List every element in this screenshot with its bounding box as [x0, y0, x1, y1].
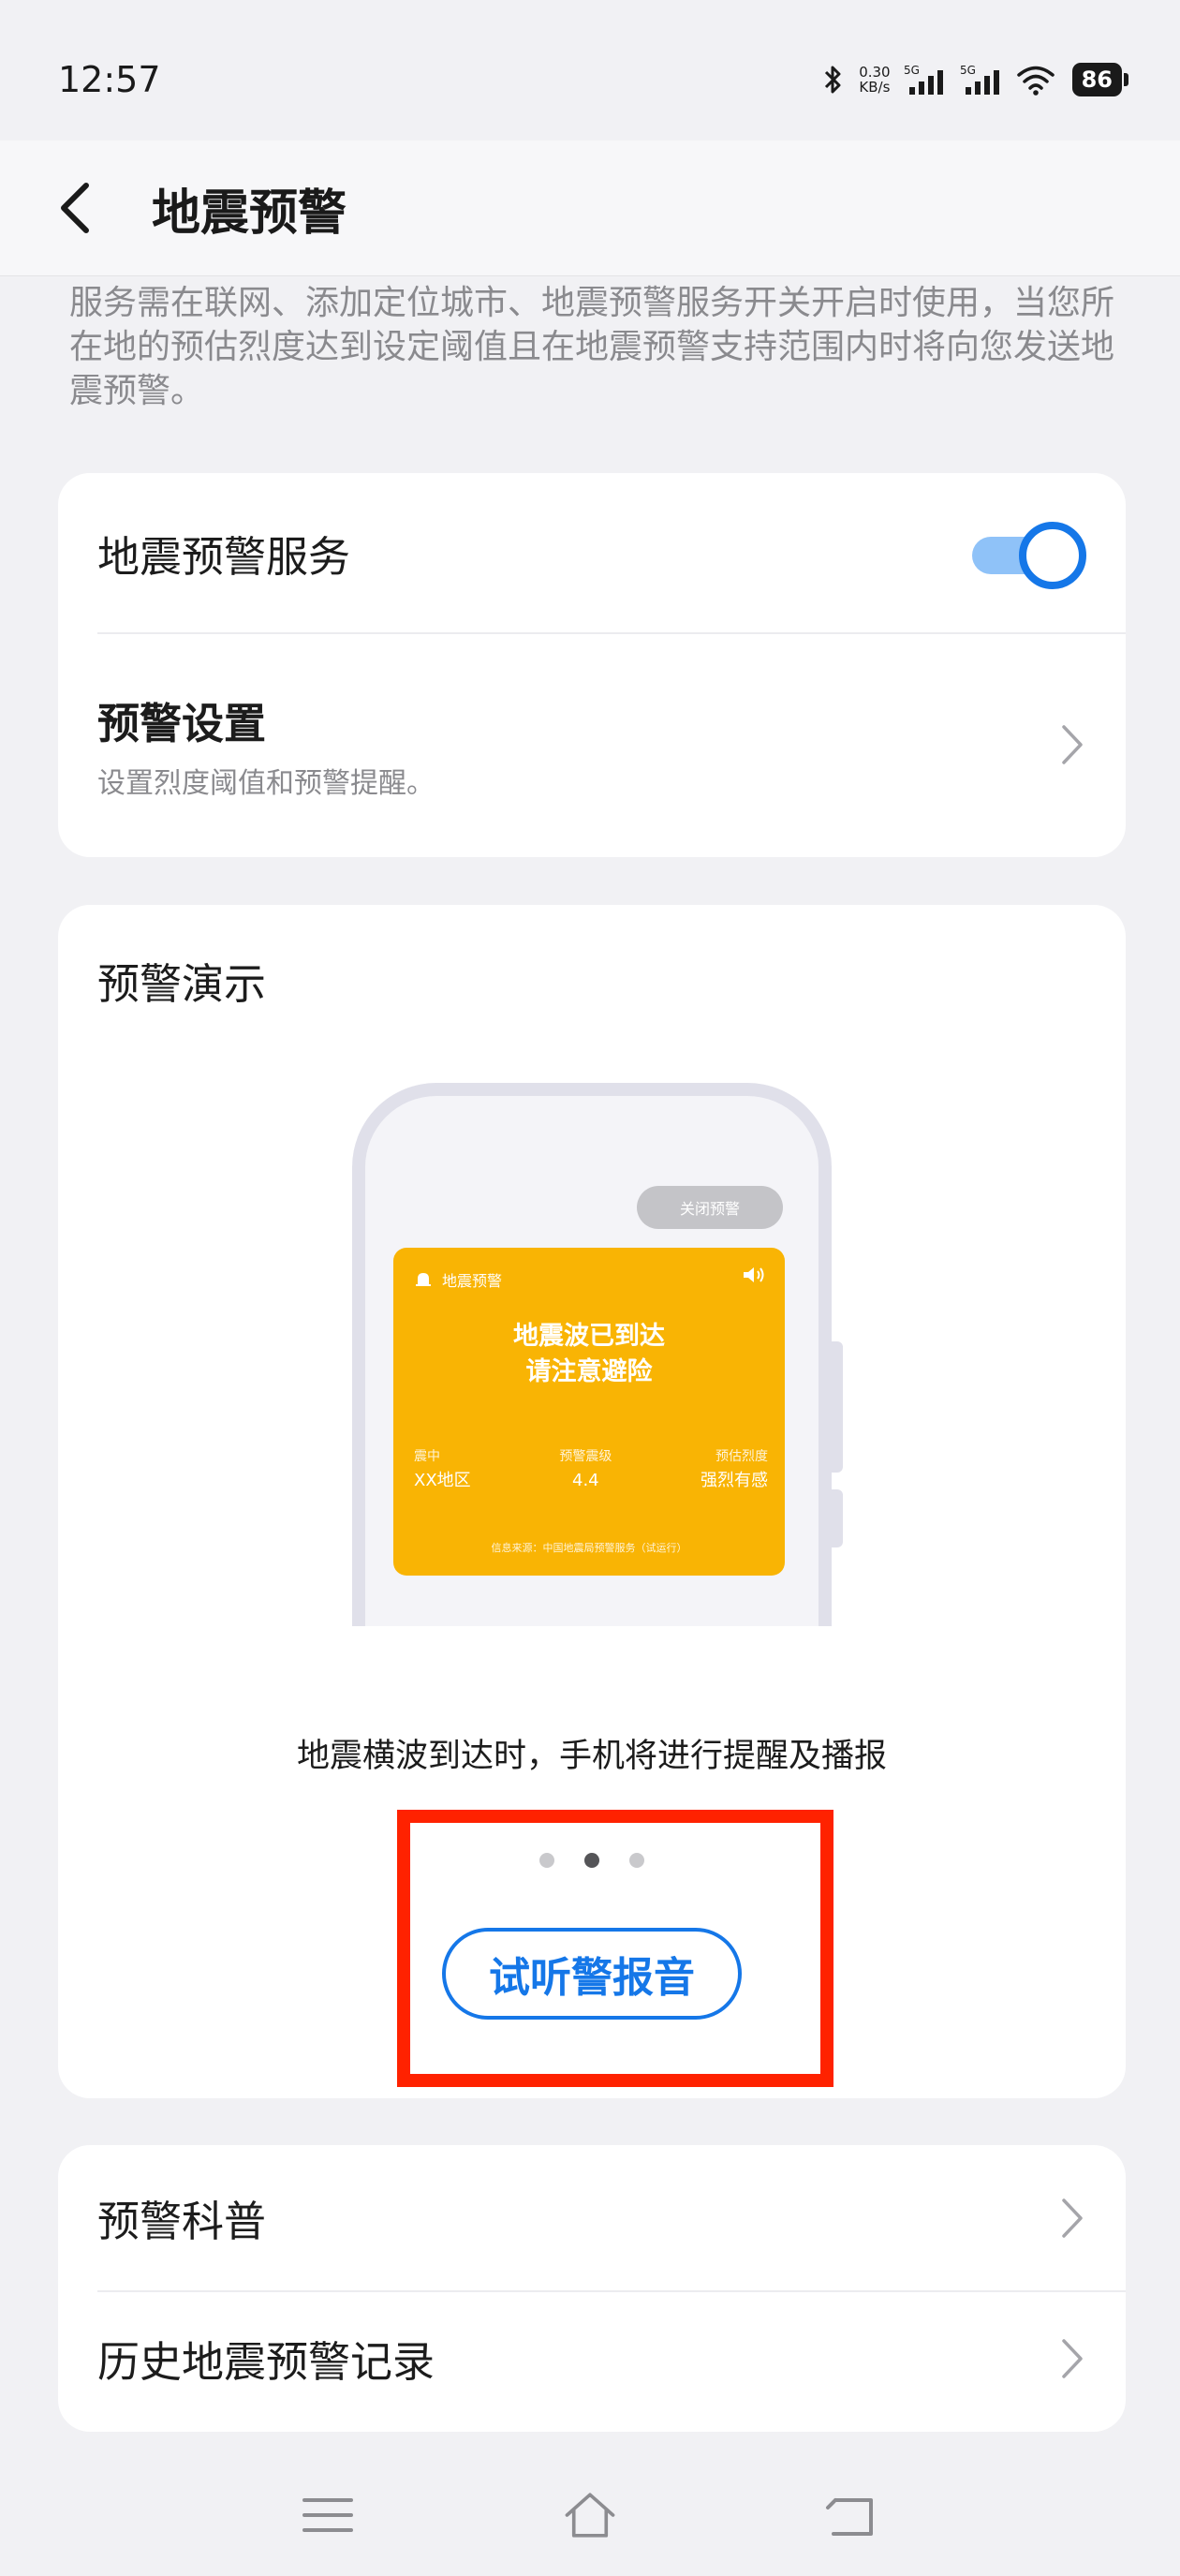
svg-text:5G: 5G	[904, 64, 920, 77]
bluetooth-icon	[825, 66, 841, 94]
carousel-dot[interactable]	[629, 1853, 644, 1868]
toggle-knob	[1019, 522, 1086, 589]
speaker-icon	[744, 1267, 764, 1282]
status-icons: 0.30 KB/s 5G 5G 86	[821, 63, 1129, 96]
service-label: 地震预警服务	[97, 531, 351, 582]
alert-app-label: 地震预警	[442, 1272, 503, 1290]
service-toggle[interactable]	[972, 522, 1086, 589]
settings-sub: 设置烈度阈值和预警提醒。	[97, 766, 435, 800]
listen-alarm-button[interactable]: 试听警报音	[442, 1928, 742, 2020]
navigation-bar	[0, 2454, 1180, 2576]
back-button[interactable]	[58, 170, 114, 245]
stat-magnitude: 预警震级 4.4	[559, 1449, 612, 1490]
alert-main-text: 地震波已到达 请注意避险	[513, 1322, 665, 1386]
demo-card: 预警演示 关闭预警 地震预警 地震波已到达 请注意避险 震中 XX地区 预警震级…	[58, 905, 1126, 2098]
demo-caption: 地震横波到达时，手机将进行提醒及播报	[296, 1738, 887, 1775]
alert-stats: 震中 XX地区 预警震级 4.4 预估烈度 强烈有感	[414, 1444, 768, 1493]
carousel-dot-active[interactable]	[584, 1853, 599, 1868]
demo-title: 预警演示	[97, 959, 267, 1009]
network-speed: 0.30 KB/s	[859, 64, 891, 96]
app-header: 地震预警	[0, 141, 1180, 276]
settings-label: 预警设置	[97, 698, 267, 748]
signal-icon: 5G	[960, 64, 999, 95]
settings-text: 预警设置 设置烈度阈值和预警提醒。	[97, 689, 435, 801]
chevron-left-icon	[61, 183, 89, 233]
alert-footer: 信息来源：中国地震局预警服务（试运行）	[491, 1542, 687, 1554]
home-icon	[565, 2493, 615, 2538]
intro-text: 服务需在联网、添加定位城市、地震预警服务开关开启时使用，当您所在地的预估烈度达到…	[69, 284, 1115, 410]
settings-row[interactable]: 预警设置 设置烈度阈值和预警提醒。	[58, 632, 1126, 857]
svg-text:5G: 5G	[960, 64, 976, 77]
status-bar: 12:57 0.30 KB/s 5G 5G 86	[0, 0, 1180, 159]
phone-side-button	[832, 1489, 843, 1547]
link-label: 历史地震预警记录	[97, 2337, 435, 2387]
wifi-icon	[1016, 66, 1055, 96]
bell-icon	[416, 1273, 431, 1286]
link-row-history[interactable]: 历史地震预警记录	[58, 2290, 1126, 2426]
stat-intensity: 预估烈度 强烈有感	[700, 1449, 768, 1490]
page-title: 地震预警	[152, 185, 347, 242]
home-button[interactable]	[562, 2487, 618, 2543]
status-time: 12:57	[58, 59, 161, 100]
menu-icon	[302, 2498, 353, 2532]
phone-illustration[interactable]: 关闭预警 地震预警 地震波已到达 请注意避险 震中 XX地区 预警震级 4.4 …	[352, 1083, 843, 1626]
service-card: 地震预警服务 预警设置 设置烈度阈值和预警提醒。	[58, 473, 1126, 857]
return-icon	[826, 2498, 873, 2536]
phone-side-button	[832, 1341, 843, 1473]
chevron-right-icon	[1062, 2198, 1083, 2238]
carousel-dot[interactable]	[539, 1853, 554, 1868]
alert-card: 地震预警 地震波已到达 请注意避险 震中 XX地区 预警震级 4.4 预估烈度 …	[393, 1248, 785, 1576]
alert-head: 地震预警	[414, 1268, 502, 1291]
stat-epicenter: 震中 XX地区	[414, 1449, 471, 1490]
chevron-right-icon	[1062, 725, 1083, 764]
menu-button[interactable]	[300, 2487, 356, 2543]
link-row-science[interactable]: 预警科普	[58, 2145, 1126, 2290]
back-nav-button[interactable]	[824, 2487, 880, 2543]
chevron-right-icon	[1062, 2338, 1083, 2378]
close-alert-pill: 关闭预警	[637, 1186, 783, 1229]
signal-icon: 5G	[904, 64, 943, 95]
service-row[interactable]: 地震预警服务	[58, 473, 1126, 632]
links-card: 预警科普 历史地震预警记录	[58, 2145, 1126, 2432]
carousel-dots	[58, 1853, 1126, 1868]
link-label: 预警科普	[97, 2197, 267, 2246]
battery-indicator: 86	[1071, 63, 1129, 96]
